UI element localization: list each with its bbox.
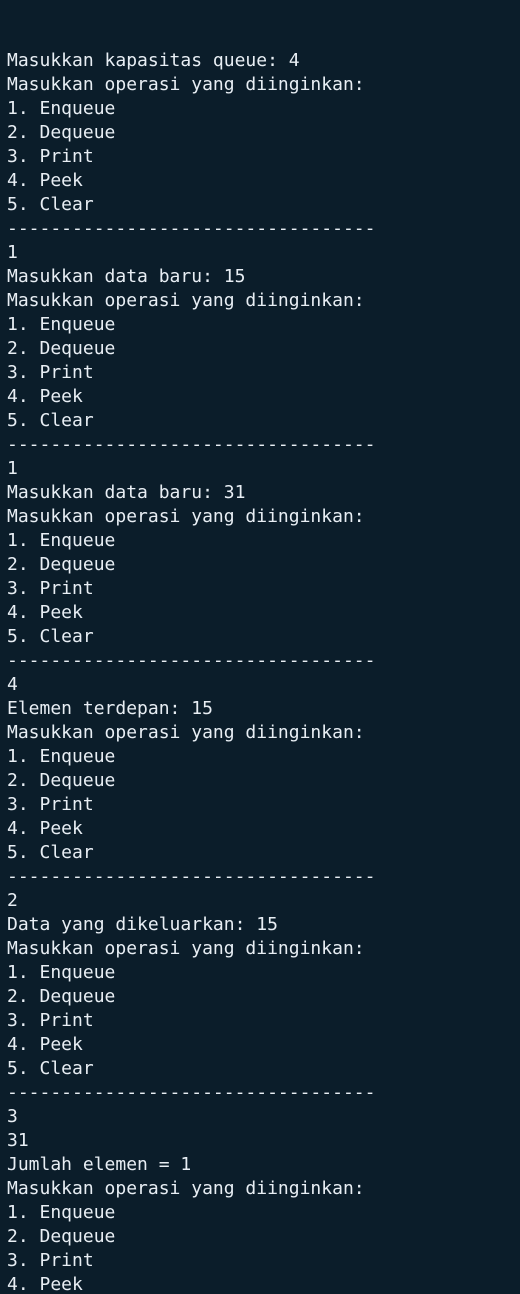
- terminal-line: 1. Enqueue: [7, 314, 116, 335]
- terminal-line: Elemen terdepan: 15: [7, 698, 213, 719]
- terminal-line: Jumlah elemen = 1: [7, 1154, 192, 1175]
- terminal-line: Data yang dikeluarkan: 15: [7, 914, 278, 935]
- terminal-line: 3. Print: [7, 578, 94, 599]
- terminal-line: 4. Peek: [7, 818, 83, 839]
- terminal-line: 4. Peek: [7, 170, 83, 191]
- terminal-line: 3: [7, 1106, 18, 1127]
- terminal-line: 2. Dequeue: [7, 770, 116, 791]
- terminal-line: 3. Print: [7, 794, 94, 815]
- terminal-line: Masukkan operasi yang diinginkan:: [7, 722, 365, 743]
- terminal-line: 1: [7, 242, 18, 263]
- terminal-line: 1. Enqueue: [7, 530, 116, 551]
- terminal-line: 1. Enqueue: [7, 1202, 116, 1223]
- terminal-line: Masukkan operasi yang diinginkan:: [7, 1178, 365, 1199]
- terminal-line: 5. Clear: [7, 194, 94, 215]
- terminal-output[interactable]: Masukkan kapasitas queue: 4 Masukkan oper…: [0, 0, 520, 1294]
- terminal-line: 5. Clear: [7, 410, 94, 431]
- terminal-line: Masukkan operasi yang diinginkan:: [7, 506, 365, 527]
- terminal-line: 2: [7, 890, 18, 911]
- terminal-line: 31: [7, 1130, 29, 1151]
- terminal-line: 2. Dequeue: [7, 338, 116, 359]
- terminal-line: 5. Clear: [7, 842, 94, 863]
- terminal-line: 5. Clear: [7, 626, 94, 647]
- terminal-line: Masukkan kapasitas queue: 4: [7, 50, 300, 71]
- terminal-line: ----------------------------------: [7, 434, 376, 455]
- terminal-line: 3. Print: [7, 146, 94, 167]
- terminal-lines: Masukkan kapasitas queue: 4 Masukkan oper…: [7, 49, 520, 1294]
- terminal-line: 4. Peek: [7, 1034, 83, 1055]
- terminal-line: Masukkan operasi yang diinginkan:: [7, 290, 365, 311]
- terminal-line: 1: [7, 458, 18, 479]
- terminal-line: Masukkan operasi yang diinginkan:: [7, 938, 365, 959]
- terminal-line: 1. Enqueue: [7, 98, 116, 119]
- terminal-line: Masukkan operasi yang diinginkan:: [7, 74, 365, 95]
- terminal-line: 2. Dequeue: [7, 122, 116, 143]
- terminal-line: 5. Clear: [7, 1058, 94, 1079]
- terminal-line: 3. Print: [7, 362, 94, 383]
- terminal-line: 4. Peek: [7, 1274, 83, 1294]
- terminal-line: Masukkan data baru: 15: [7, 266, 246, 287]
- terminal-line: 3. Print: [7, 1010, 94, 1031]
- terminal-line: ----------------------------------: [7, 866, 376, 887]
- terminal-line: 4: [7, 674, 18, 695]
- terminal-line: 2. Dequeue: [7, 1226, 116, 1247]
- terminal-line: 4. Peek: [7, 386, 83, 407]
- terminal-line: 2. Dequeue: [7, 554, 116, 575]
- terminal-line: ----------------------------------: [7, 650, 376, 671]
- terminal-line: 1. Enqueue: [7, 962, 116, 983]
- terminal-line: 1. Enqueue: [7, 746, 116, 767]
- terminal-line: 4. Peek: [7, 602, 83, 623]
- terminal-line: 3. Print: [7, 1250, 94, 1271]
- terminal-line: ----------------------------------: [7, 1082, 376, 1103]
- terminal-line: Masukkan data baru: 31: [7, 482, 246, 503]
- terminal-line: 2. Dequeue: [7, 986, 116, 1007]
- terminal-line: ----------------------------------: [7, 218, 376, 239]
